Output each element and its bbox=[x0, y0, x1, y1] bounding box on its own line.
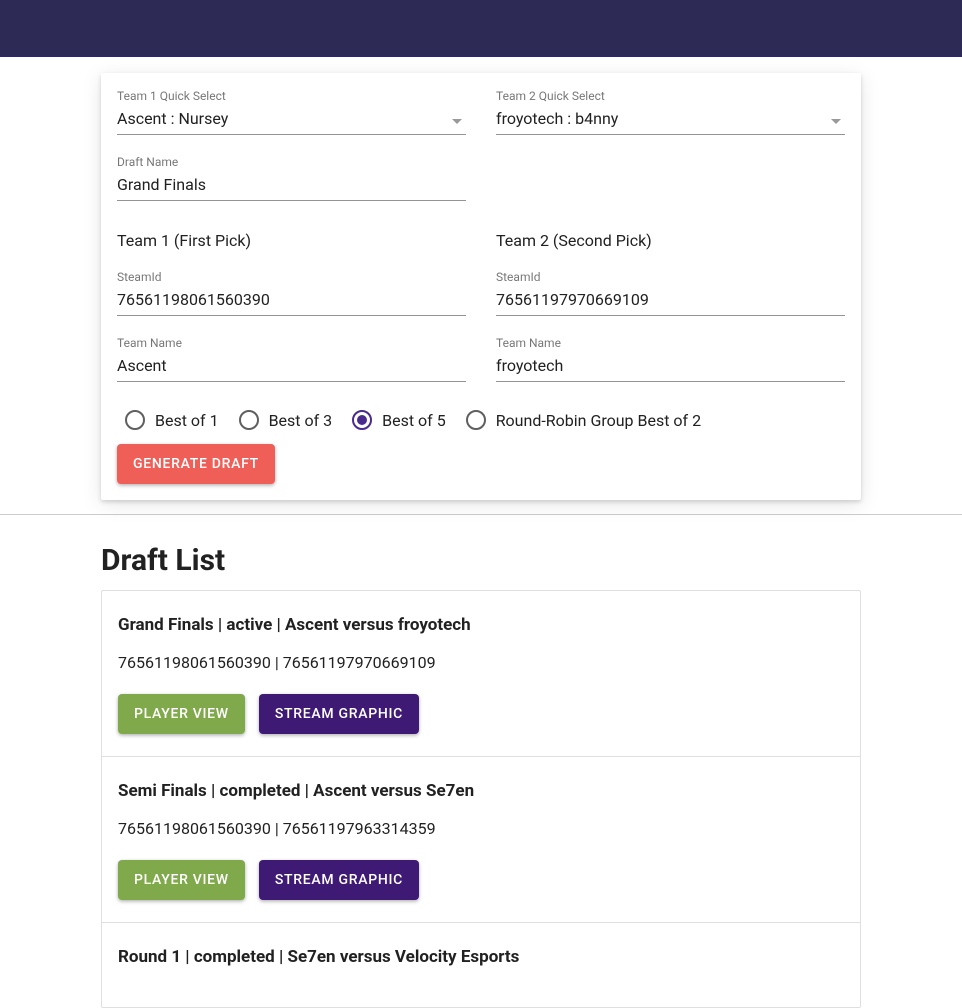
format-radio-group: Best of 1 Best of 3 Best of 5 Round-Robin G… bbox=[117, 402, 845, 444]
draft-name-label: Draft Name bbox=[117, 155, 466, 169]
player-view-button[interactable]: PLAYER VIEW bbox=[118, 694, 245, 734]
draft-list-item: Round 1 | completed | Se7en versus Veloc… bbox=[102, 923, 860, 1007]
radio-icon bbox=[466, 410, 486, 430]
draft-item-title: Grand Finals | active | Ascent versus fr… bbox=[118, 615, 844, 635]
team1-quick-select-value: Ascent : Nursey bbox=[117, 105, 466, 135]
format-radio-label: Best of 3 bbox=[269, 411, 333, 430]
stream-graphic-button[interactable]: STREAM GRAPHIC bbox=[259, 860, 419, 900]
team2-heading: Team 2 (Second Pick) bbox=[496, 231, 845, 250]
format-radio-label: Best of 5 bbox=[382, 411, 446, 430]
stream-graphic-button[interactable]: STREAM GRAPHIC bbox=[259, 694, 419, 734]
draft-list-item: Grand Finals | active | Ascent versus fr… bbox=[102, 591, 860, 757]
player-view-button[interactable]: PLAYER VIEW bbox=[118, 860, 245, 900]
dropdown-arrow-icon bbox=[831, 119, 841, 124]
draft-item-ids: 76561198061560390 | 76561197963314359 bbox=[118, 819, 844, 838]
radio-icon bbox=[352, 410, 372, 430]
radio-icon bbox=[125, 410, 145, 430]
team1-quick-select-label: Team 1 Quick Select bbox=[117, 89, 466, 103]
team2-quick-select-label: Team 2 Quick Select bbox=[496, 89, 845, 103]
team1-steamid-label: SteamId bbox=[117, 270, 466, 284]
radio-icon bbox=[239, 410, 259, 430]
team1-name-input[interactable] bbox=[117, 352, 466, 382]
section-divider bbox=[0, 514, 962, 515]
team2-steamid-input[interactable] bbox=[496, 286, 845, 316]
team2-quick-select-value: froyotech : b4nny bbox=[496, 105, 845, 135]
format-radio-option[interactable]: Best of 5 bbox=[352, 410, 446, 430]
draft-item-title: Semi Finals | completed | Ascent versus … bbox=[118, 781, 844, 801]
generate-draft-button[interactable]: GENERATE DRAFT bbox=[117, 444, 275, 484]
format-radio-option[interactable]: Round-Robin Group Best of 2 bbox=[466, 410, 701, 430]
draft-form-card: Team 1 Quick Select Ascent : Nursey Team… bbox=[101, 73, 861, 500]
draft-name-input[interactable] bbox=[117, 171, 466, 201]
team1-name-label: Team Name bbox=[117, 336, 466, 350]
app-header bbox=[0, 0, 962, 57]
format-radio-option[interactable]: Best of 1 bbox=[125, 410, 219, 430]
format-radio-option[interactable]: Best of 3 bbox=[239, 410, 333, 430]
draft-list-item: Semi Finals | completed | Ascent versus … bbox=[102, 757, 860, 923]
format-radio-label: Round-Robin Group Best of 2 bbox=[496, 411, 701, 430]
draft-item-title: Round 1 | completed | Se7en versus Veloc… bbox=[118, 947, 844, 967]
draft-list: Grand Finals | active | Ascent versus fr… bbox=[101, 590, 861, 1008]
team2-name-label: Team Name bbox=[496, 336, 845, 350]
team2-quick-select[interactable]: froyotech : b4nny bbox=[496, 105, 845, 135]
team1-heading: Team 1 (First Pick) bbox=[117, 231, 466, 250]
team2-name-input[interactable] bbox=[496, 352, 845, 382]
team2-steamid-label: SteamId bbox=[496, 270, 845, 284]
team1-quick-select[interactable]: Ascent : Nursey bbox=[117, 105, 466, 135]
draft-list-heading: Draft List bbox=[101, 543, 861, 578]
dropdown-arrow-icon bbox=[452, 119, 462, 124]
draft-item-ids: 76561198061560390 | 76561197970669109 bbox=[118, 653, 844, 672]
format-radio-label: Best of 1 bbox=[155, 411, 219, 430]
team1-steamid-input[interactable] bbox=[117, 286, 466, 316]
